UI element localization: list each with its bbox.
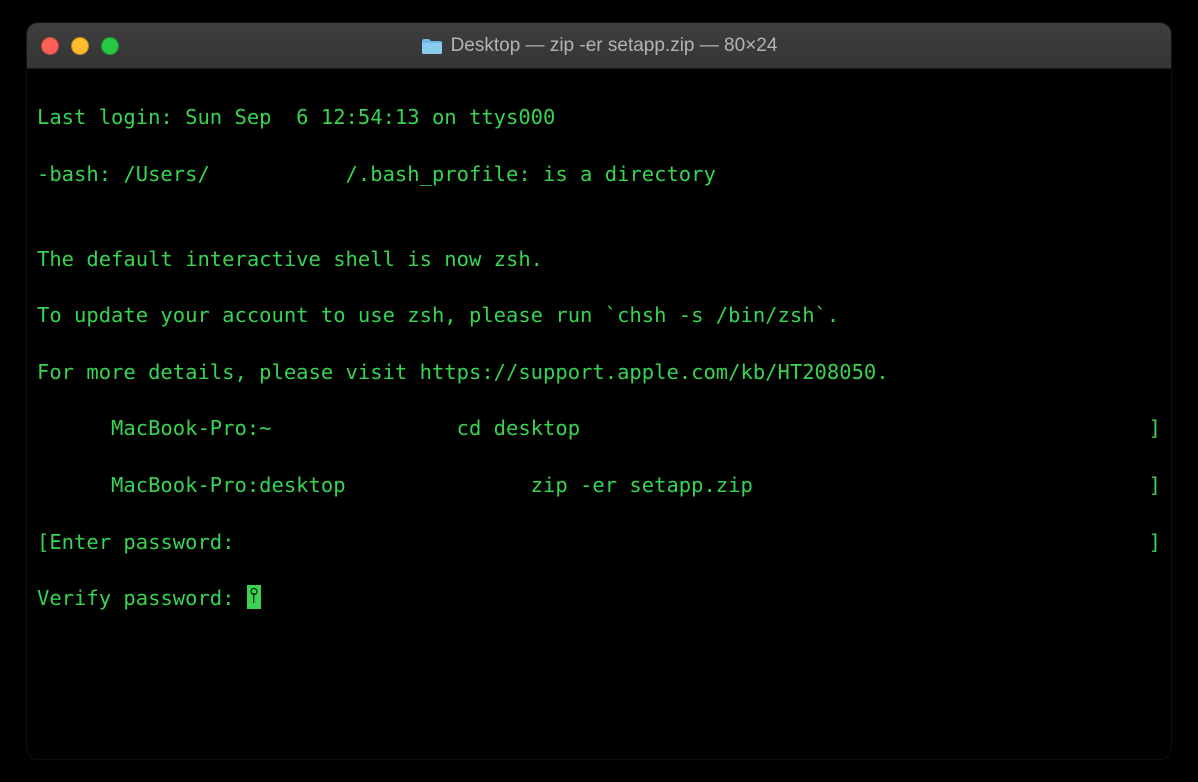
terminal-line: Last login: Sun Sep 6 12:54:13 on ttys00… [37, 103, 1161, 131]
titlebar[interactable]: Desktop — zip -er setapp.zip — 80×24 [27, 23, 1171, 69]
terminal-line: The default interactive shell is now zsh… [37, 245, 1161, 273]
terminal-line: -bash: /Users/ /.bash_profile: is a dire… [37, 160, 1161, 188]
terminal-body[interactable]: Last login: Sun Sep 6 12:54:13 on ttys00… [27, 69, 1171, 759]
minimize-button[interactable] [71, 37, 89, 55]
window-title-text: Desktop — zip -er setapp.zip — 80×24 [451, 35, 778, 57]
terminal-line: [Enter password:] [37, 528, 1161, 556]
terminal-line: For more details, please visit https://s… [37, 358, 1161, 386]
folder-icon [421, 37, 443, 55]
close-button[interactable] [41, 37, 59, 55]
terminal-window: Desktop — zip -er setapp.zip — 80×24 Las… [27, 23, 1171, 759]
terminal-line: MacBook-Pro:desktop zip -er setapp.zip] [37, 471, 1161, 499]
terminal-line: MacBook-Pro:~ cd desktop] [37, 414, 1161, 442]
terminal-line: Verify password: [37, 584, 1161, 612]
password-cursor-icon [247, 585, 261, 609]
window-title: Desktop — zip -er setapp.zip — 80×24 [27, 35, 1171, 57]
zoom-button[interactable] [101, 37, 119, 55]
traffic-lights [41, 37, 119, 55]
terminal-line: To update your account to use zsh, pleas… [37, 301, 1161, 329]
